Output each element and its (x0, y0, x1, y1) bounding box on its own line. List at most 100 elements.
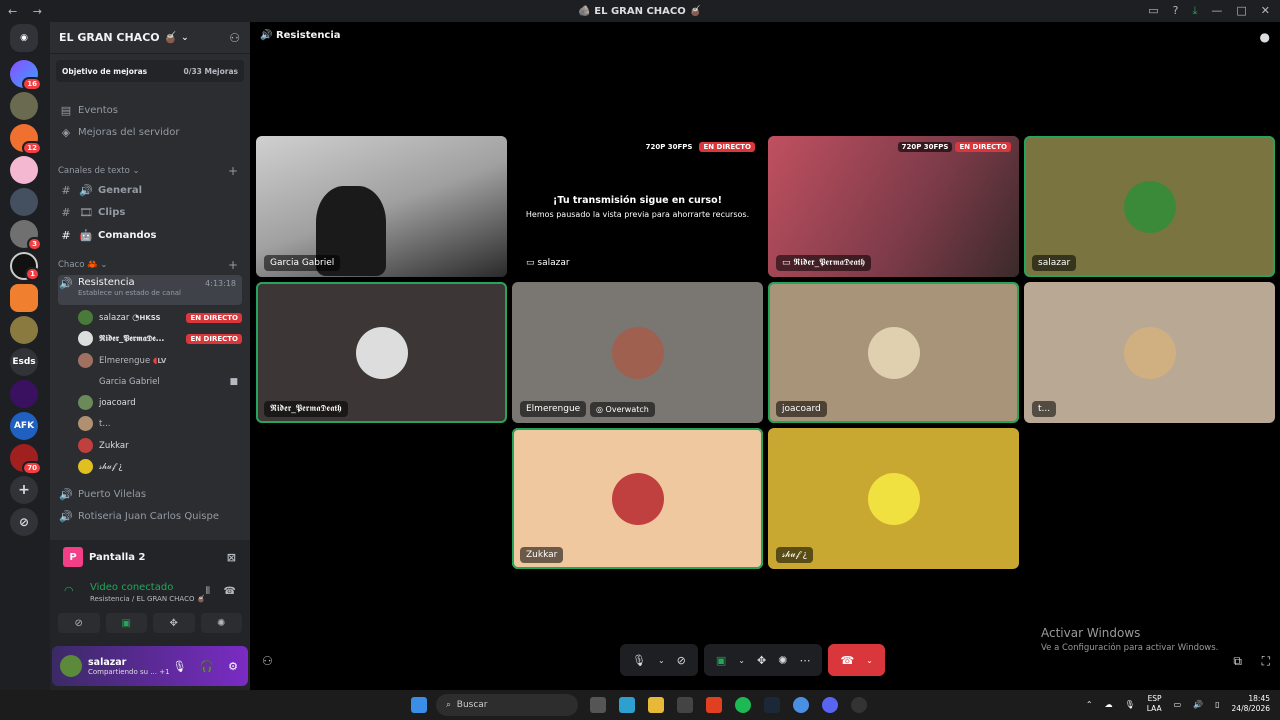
server-icon[interactable] (10, 156, 38, 184)
soundboard-icon[interactable]: ✺ (778, 654, 787, 667)
server-icon[interactable] (10, 188, 38, 216)
chrome-icon[interactable] (793, 697, 809, 713)
activities-button[interactable]: ✥ (153, 613, 195, 633)
video-tile[interactable]: t... (1024, 282, 1275, 423)
video-tile[interactable]: joacoard (768, 282, 1019, 423)
more-icon[interactable]: ⋯ (799, 654, 810, 667)
chat-icon[interactable]: ● (1260, 30, 1270, 44)
server-icon[interactable]: 3 (10, 220, 42, 251)
battery-icon[interactable]: ▯ (1215, 700, 1219, 709)
microphone-icon[interactable]: 🎙 (172, 660, 186, 673)
voice-member[interactable]: Zukkar (78, 436, 242, 455)
add-channel-icon[interactable]: + (228, 258, 238, 272)
close-button[interactable]: ✕ (1261, 4, 1270, 18)
video-tile[interactable]: 720P 30FPS EN DIRECTO ¡Tu transmisión sig… (512, 136, 763, 277)
server-icon[interactable]: 16 (10, 60, 42, 91)
server-icon[interactable]: 1 (10, 252, 40, 281)
server-icon[interactable] (10, 316, 38, 344)
invite-activity-icon[interactable]: ⚇ (262, 654, 273, 668)
voice-member[interactable]: Garcia Gabriel ■ (78, 372, 242, 391)
home-discord-icon[interactable]: ◉ (10, 24, 38, 52)
channel-comandos[interactable]: # 🤖 Comandos (58, 225, 242, 245)
user-panel[interactable]: salazar Compartiendo su ... +1 🎙 🎧 ⚙ (52, 646, 248, 686)
brave-icon[interactable] (706, 697, 722, 713)
camera-off-button[interactable]: ⊘ (58, 613, 100, 633)
clock[interactable]: 18:45 24/8/2026 (1232, 694, 1270, 714)
mic-tray-icon[interactable]: 🎙 (1125, 700, 1135, 709)
server-icon[interactable]: Esds (10, 348, 38, 376)
voice-member[interactable]: t... (78, 414, 242, 433)
voice-channel-puerto-vilelas[interactable]: 🔊 Puerto Vilelas (58, 484, 242, 504)
screen-share-panel[interactable]: P Pantalla 2 ⊠ (50, 540, 250, 574)
chevron-down-icon[interactable]: ⌄ (658, 656, 665, 665)
maximize-button[interactable]: □ (1236, 4, 1246, 18)
guild-header[interactable]: EL GRAN CHACO 🧉 ⌄ ⚇ (50, 22, 250, 54)
voice-channel-resistencia[interactable]: 🔊 Resistencia Establece un estado de can… (58, 275, 242, 305)
minimize-button[interactable]: — (1211, 4, 1222, 18)
disconnect-icon[interactable]: ☎ (224, 586, 236, 597)
category-text-channels[interactable]: Canales de texto ⌄ + (58, 161, 242, 181)
voice-member[interactable]: joacoard (78, 393, 242, 412)
download-icon[interactable]: ⤓ (1193, 4, 1198, 18)
store-icon[interactable] (677, 697, 693, 713)
edge-icon[interactable] (619, 697, 635, 713)
channel-status-prompt[interactable]: Establece un estado de canal (78, 289, 181, 297)
network-icon[interactable]: ▭ (1174, 700, 1182, 709)
activities-icon[interactable]: ✥ (757, 654, 766, 667)
voice-member[interactable]: salazar ◔ HKSS EN DIRECTO (78, 308, 242, 327)
avatar[interactable] (60, 655, 82, 677)
microphone-icon[interactable]: 🎙 (632, 654, 646, 667)
server-icon[interactable]: 12 (10, 124, 42, 155)
start-icon[interactable] (411, 697, 427, 713)
channel-general[interactable]: # 🔊 General (58, 180, 242, 200)
video-tile[interactable]: Garcia Gabriel (256, 136, 507, 277)
inbox-icon[interactable]: ▭ (1148, 4, 1158, 18)
camera-off-icon[interactable]: ⊘ (677, 654, 686, 667)
voice-channel-rotiseria[interactable]: 🔊 Rotiseria Juan Carlos Quispe (58, 506, 242, 526)
video-tile[interactable]: 𝕽𝖎𝖉𝖊𝖗_𝕻𝖊𝖗𝖒𝖆𝕯𝖊𝖆𝖙𝖍 (256, 282, 507, 423)
server-icon[interactable]: 70 (10, 444, 42, 475)
category-voice[interactable]: Chaco 🦀 ⌄ + (58, 255, 242, 275)
video-tile[interactable]: Zukkar (512, 428, 763, 569)
soundboard-button[interactable]: ✺ (200, 613, 242, 633)
discord-icon[interactable] (822, 697, 838, 713)
video-tile[interactable]: Elmerengue ◎ Overwatch (512, 282, 763, 423)
explore-icon[interactable]: ⊘ (10, 508, 38, 536)
server-icon[interactable] (10, 380, 38, 408)
popout-icon[interactable]: ⧉ (1233, 654, 1242, 669)
chevron-down-icon[interactable]: ⌄ (866, 656, 873, 665)
boost-goal[interactable]: Objetivo de mejoras 0/33 Mejoras (56, 60, 244, 82)
chevron-up-icon[interactable]: ⌃ (1086, 700, 1093, 709)
noise-suppression-icon[interactable]: ⫴ (206, 586, 210, 597)
language-indicator[interactable]: ESP LAA (1147, 694, 1162, 714)
server-icon[interactable]: AFK (10, 412, 38, 440)
chevron-down-icon[interactable]: ⌄ (738, 656, 745, 665)
signal-icon[interactable]: ◠ (64, 584, 74, 597)
voice-status-location[interactable]: Resistencia / EL GRAN CHACO 🧉 (90, 595, 236, 603)
disconnect-button[interactable]: ☎ ⌄ (828, 644, 885, 676)
headphones-icon[interactable]: 🎧 (200, 660, 214, 673)
voice-member[interactable]: 𝕽𝖎𝖉𝖊𝖗_𝕻𝖊𝖗𝖒𝖆𝕯𝖊… EN DIRECTO (78, 329, 242, 348)
video-tile[interactable]: 𝓈𝒽𝓊𝒻 ¿ (768, 428, 1019, 569)
search-box[interactable]: ⌕ Buscar (436, 694, 578, 716)
stop-stream-icon[interactable]: ⊠ (227, 551, 236, 564)
file-explorer-icon[interactable] (648, 697, 664, 713)
add-server-icon[interactable]: + (10, 476, 38, 504)
voice-member[interactable]: 𝓈𝒽𝓊𝒻 ¿ (78, 457, 242, 476)
volume-icon[interactable]: 🔊 (1193, 700, 1203, 709)
gear-icon[interactable]: ⚙ (228, 660, 238, 673)
voice-status-title[interactable]: Video conectado (90, 582, 236, 593)
add-channel-icon[interactable]: + (228, 164, 238, 178)
events-link[interactable]: ▤ Eventos (58, 100, 242, 120)
share-screen-button[interactable]: ▣ (105, 613, 147, 633)
screen-share-icon[interactable]: ▣ (716, 654, 726, 667)
server-icon[interactable] (10, 284, 38, 312)
server-icon[interactable] (10, 92, 38, 120)
voice-member[interactable]: Elmerengue ◖ LV (78, 351, 242, 370)
weather-icon[interactable]: ☁ (1105, 700, 1113, 709)
video-tile[interactable]: 720P 30FPS EN DIRECTO ▭ 𝕽𝖎𝖉𝖊𝖗_𝕻𝖊𝖗𝖒𝖆𝕯𝖊𝖆𝖙𝖍 (768, 136, 1019, 277)
obs-icon[interactable] (851, 697, 867, 713)
video-tile[interactable]: salazar (1024, 136, 1275, 277)
spotify-icon[interactable] (735, 697, 751, 713)
help-icon[interactable]: ? (1173, 4, 1179, 18)
